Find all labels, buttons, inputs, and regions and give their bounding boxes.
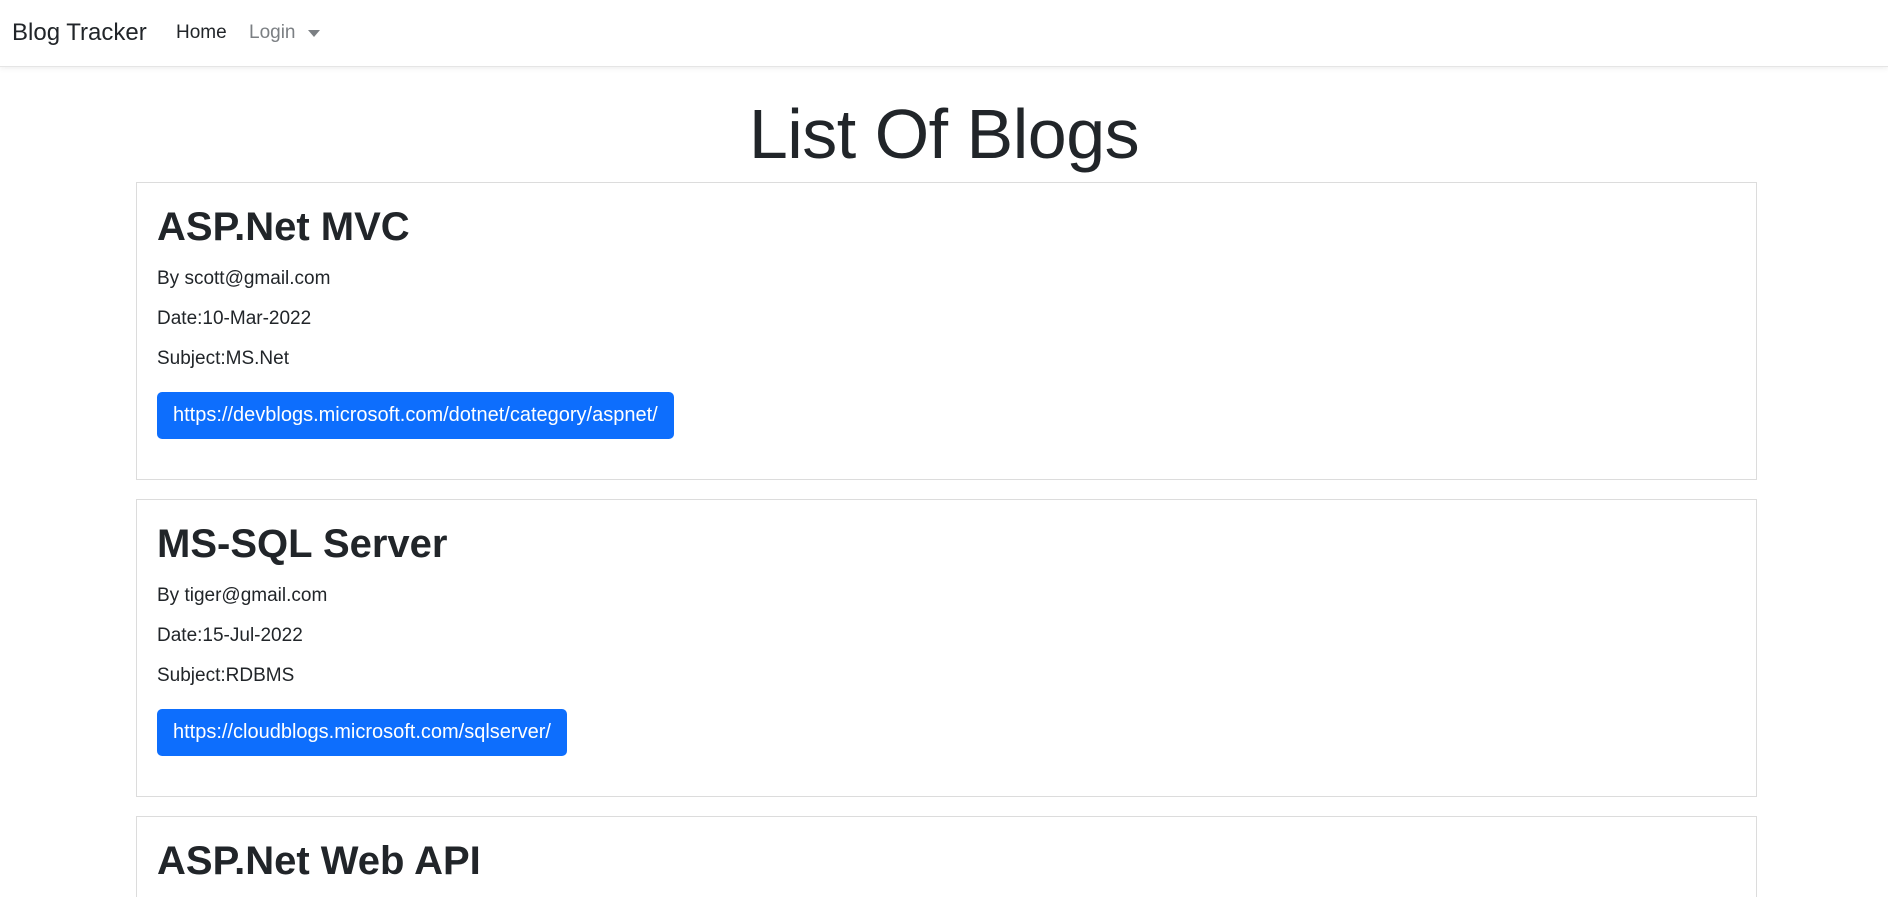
top-navbar: Blog Tracker Home Login xyxy=(0,0,1888,67)
page-title: List Of Blogs xyxy=(748,95,1140,173)
brand-link[interactable]: Blog Tracker xyxy=(12,17,147,49)
nav-home-link[interactable]: Home xyxy=(176,21,227,45)
blog-author: By tiger@gmail.com xyxy=(157,585,328,606)
blog-url-button[interactable]: https://cloudblogs.microsoft.com/sqlserv… xyxy=(157,709,567,756)
blog-title: ASP.Net Web API xyxy=(157,839,481,883)
nav-login-dropdown[interactable]: Login xyxy=(249,21,320,45)
blog-title: MS-SQL Server xyxy=(157,522,448,566)
blog-author: By scott@gmail.com xyxy=(157,268,331,289)
blog-url-button[interactable]: https://devblogs.microsoft.com/dotnet/ca… xyxy=(157,392,674,439)
blog-card: ASP.Net Web API xyxy=(136,816,1757,897)
blog-date: Date:10-Mar-2022 xyxy=(157,308,312,329)
blog-subject: Subject:MS.Net xyxy=(157,348,289,369)
blog-title: ASP.Net MVC xyxy=(157,205,410,249)
blog-card: MS-SQL Server By tiger@gmail.com Date:15… xyxy=(136,499,1757,797)
blog-card: ASP.Net MVC By scott@gmail.com Date:10-M… xyxy=(136,182,1757,480)
blog-subject: Subject:RDBMS xyxy=(157,665,295,686)
nav-login-label: Login xyxy=(249,22,296,43)
caret-down-icon xyxy=(307,29,320,37)
blog-date: Date:15-Jul-2022 xyxy=(157,625,303,646)
